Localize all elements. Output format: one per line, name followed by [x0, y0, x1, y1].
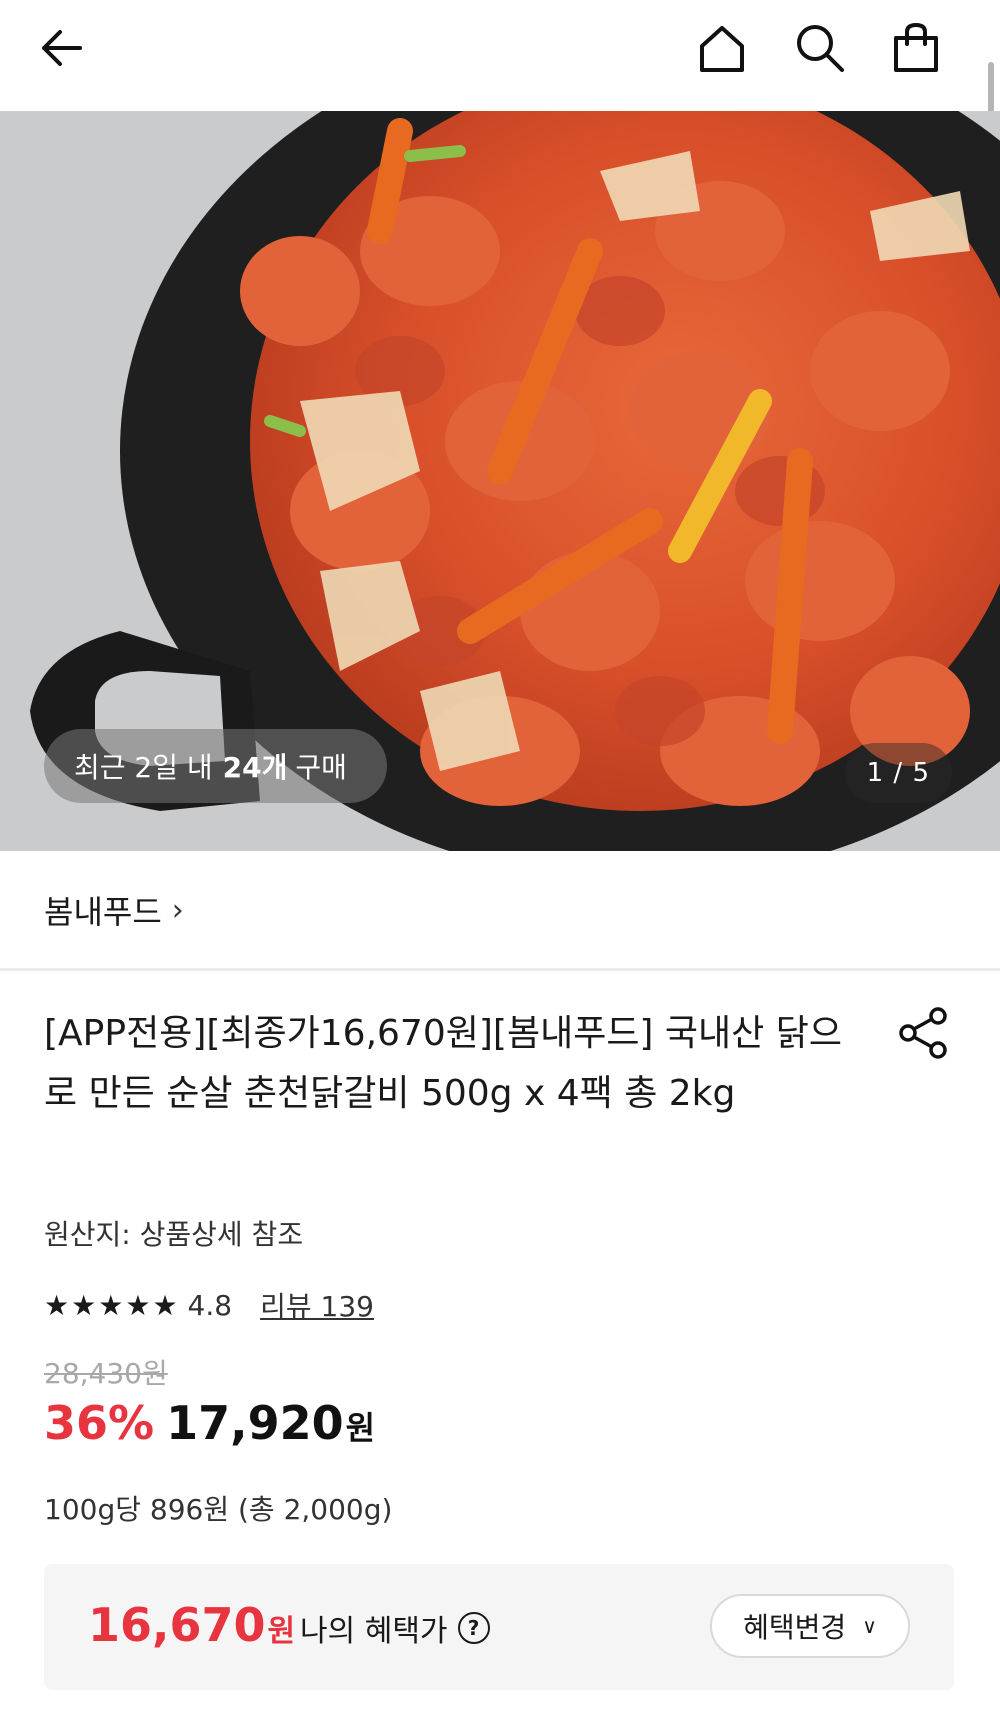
sale-price: 17,920 [166, 1396, 344, 1450]
recent-prefix: 최근 2일 내 [74, 751, 213, 784]
chevron-right-icon: › [171, 892, 184, 928]
product-title: [APP전용][최종가16,670원][봄내푸드] 국내산 닭으로 만든 순살 … [44, 1013, 842, 1114]
discount-rate: 36% [44, 1396, 155, 1450]
rating-value: 4.8 [187, 1288, 233, 1322]
star-icon: ★ [71, 1288, 97, 1322]
price-row: 36% 17,920 원 [44, 1396, 375, 1450]
origin-info: 원산지: 상품상세 참조 [44, 1218, 304, 1251]
original-price: 28,430원 [44, 1357, 168, 1390]
star-icon: ★ [98, 1288, 124, 1322]
rating-row: ★ ★ ★ ★ ★ 4.8 리뷰 139 [44, 1285, 374, 1325]
sale-price-currency: 원 [345, 1409, 376, 1447]
search-icon[interactable] [786, 14, 854, 82]
help-icon[interactable]: ? [457, 1612, 490, 1644]
image-counter: 1 / 5 [844, 743, 952, 803]
recent-purchase-badge: 최근 2일 내 24개 구매 [44, 729, 387, 803]
benefit-label: 나의 혜택가 ? [300, 1606, 490, 1650]
product-image-carousel[interactable]: 최근 2일 내 24개 구매 1 / 5 [0, 111, 1000, 851]
divider [0, 968, 1000, 971]
recent-count: 24개 [222, 751, 288, 784]
star-icon: ★ [125, 1288, 151, 1322]
star-icon: ★ [152, 1288, 178, 1322]
brand-link[interactable]: 봄내푸드 › [44, 887, 184, 933]
chevron-down-icon: ∨ [862, 1614, 877, 1638]
star-icon: ★ [44, 1288, 70, 1322]
change-benefit-button[interactable]: 혜택변경 ∨ [710, 1594, 910, 1658]
review-link[interactable]: 리뷰 139 [260, 1285, 374, 1325]
top-navigation-bar [0, 0, 1000, 111]
arrow-left-icon[interactable] [28, 14, 96, 82]
star-rating: ★ ★ ★ ★ ★ [44, 1289, 178, 1322]
change-benefit-label: 혜택변경 [743, 1611, 847, 1644]
benefit-price-currency: 원 [267, 1614, 296, 1649]
benefit-price-value: 16,670 [88, 1598, 266, 1652]
benefit-price: 16,670 원 [88, 1598, 295, 1652]
shopping-bag-icon[interactable] [882, 14, 950, 82]
recent-suffix: 구매 [295, 751, 347, 784]
benefit-label-text: 나의 혜택가 [300, 1614, 448, 1649]
home-icon[interactable] [688, 14, 756, 82]
benefit-price-box: 16,670 원 나의 혜택가 ? 혜택변경 ∨ [44, 1564, 954, 1690]
unit-price: 100g당 896원 (총 2,000g) [44, 1493, 393, 1526]
brand-name: 봄내푸드 [44, 893, 162, 931]
share-icon[interactable] [894, 1004, 952, 1062]
